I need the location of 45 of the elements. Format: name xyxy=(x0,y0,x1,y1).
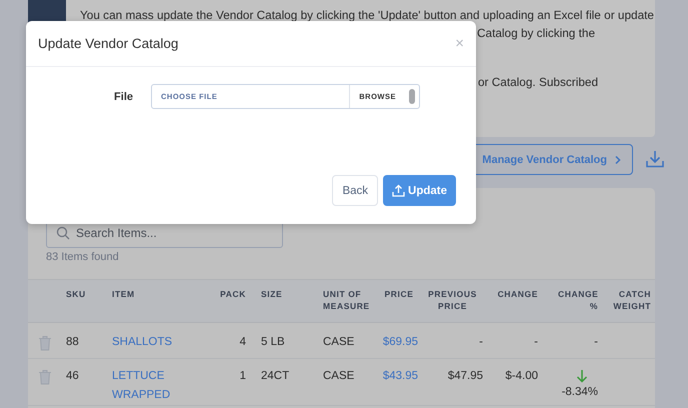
info-text: or Catalog. Subscribed xyxy=(478,75,598,89)
table-cell: $47.95 xyxy=(448,370,483,382)
column-header: CHANGE xyxy=(498,289,538,299)
column-header: ITEM xyxy=(112,289,135,299)
column-header: SKU xyxy=(66,289,86,299)
price-link[interactable]: $69.95 xyxy=(382,336,418,348)
column-header: CATCH WEIGHT xyxy=(613,289,651,311)
price-link[interactable]: $43.95 xyxy=(382,370,418,382)
info-text: You can mass update the Vendor Catalog by clicking the 'Update' button and uploading an Excel file or update xyxy=(80,8,654,22)
table-cell: 5 LB xyxy=(261,336,285,348)
close-button[interactable]: × xyxy=(455,35,464,52)
table-cell-text: -8.34% xyxy=(562,385,598,400)
chevron-right-icon xyxy=(614,154,622,164)
table-cell: $-4.00 xyxy=(505,370,538,382)
arrow-down-icon xyxy=(576,369,588,383)
update-button[interactable]: Update xyxy=(383,175,456,206)
items-count: 83 Items found xyxy=(46,251,120,263)
table-cell: 4 xyxy=(240,336,246,348)
column-header: UNIT OF MEASURE xyxy=(323,289,370,311)
trash-icon[interactable] xyxy=(38,335,52,351)
back-button[interactable]: Back xyxy=(332,175,378,206)
table-cell: CASE xyxy=(323,336,354,348)
field-label: File xyxy=(113,90,133,102)
upload-icon xyxy=(392,184,406,197)
dialog-title: Update Vendor Catalog xyxy=(38,36,178,51)
table-cell: 88 xyxy=(66,336,79,348)
info-text: Catalog by clicking the xyxy=(477,26,596,40)
item-link[interactable]: LETTUCE WRAPPED xyxy=(112,367,172,405)
table-cell: 1 xyxy=(240,370,246,382)
table-cell: 46 xyxy=(66,370,79,382)
search-icon xyxy=(56,226,70,240)
column-header: PACK xyxy=(220,289,246,299)
item-link[interactable]: SHALLOTS xyxy=(112,333,172,352)
column-header: PRICE xyxy=(384,289,414,299)
table-cell: 24CT xyxy=(261,370,290,382)
column-header: CHANGE % xyxy=(558,288,598,312)
trash-icon[interactable] xyxy=(38,369,52,385)
table-cell: - xyxy=(479,336,483,348)
download-icon[interactable] xyxy=(645,149,665,169)
scroll-handle xyxy=(409,89,415,104)
column-header: PREVIOUS PRICE xyxy=(428,289,477,311)
table-cell: CASE xyxy=(323,370,354,382)
table-cell-text: - xyxy=(594,335,598,350)
column-header: SIZE xyxy=(261,289,282,299)
table-cell: - xyxy=(534,336,538,348)
